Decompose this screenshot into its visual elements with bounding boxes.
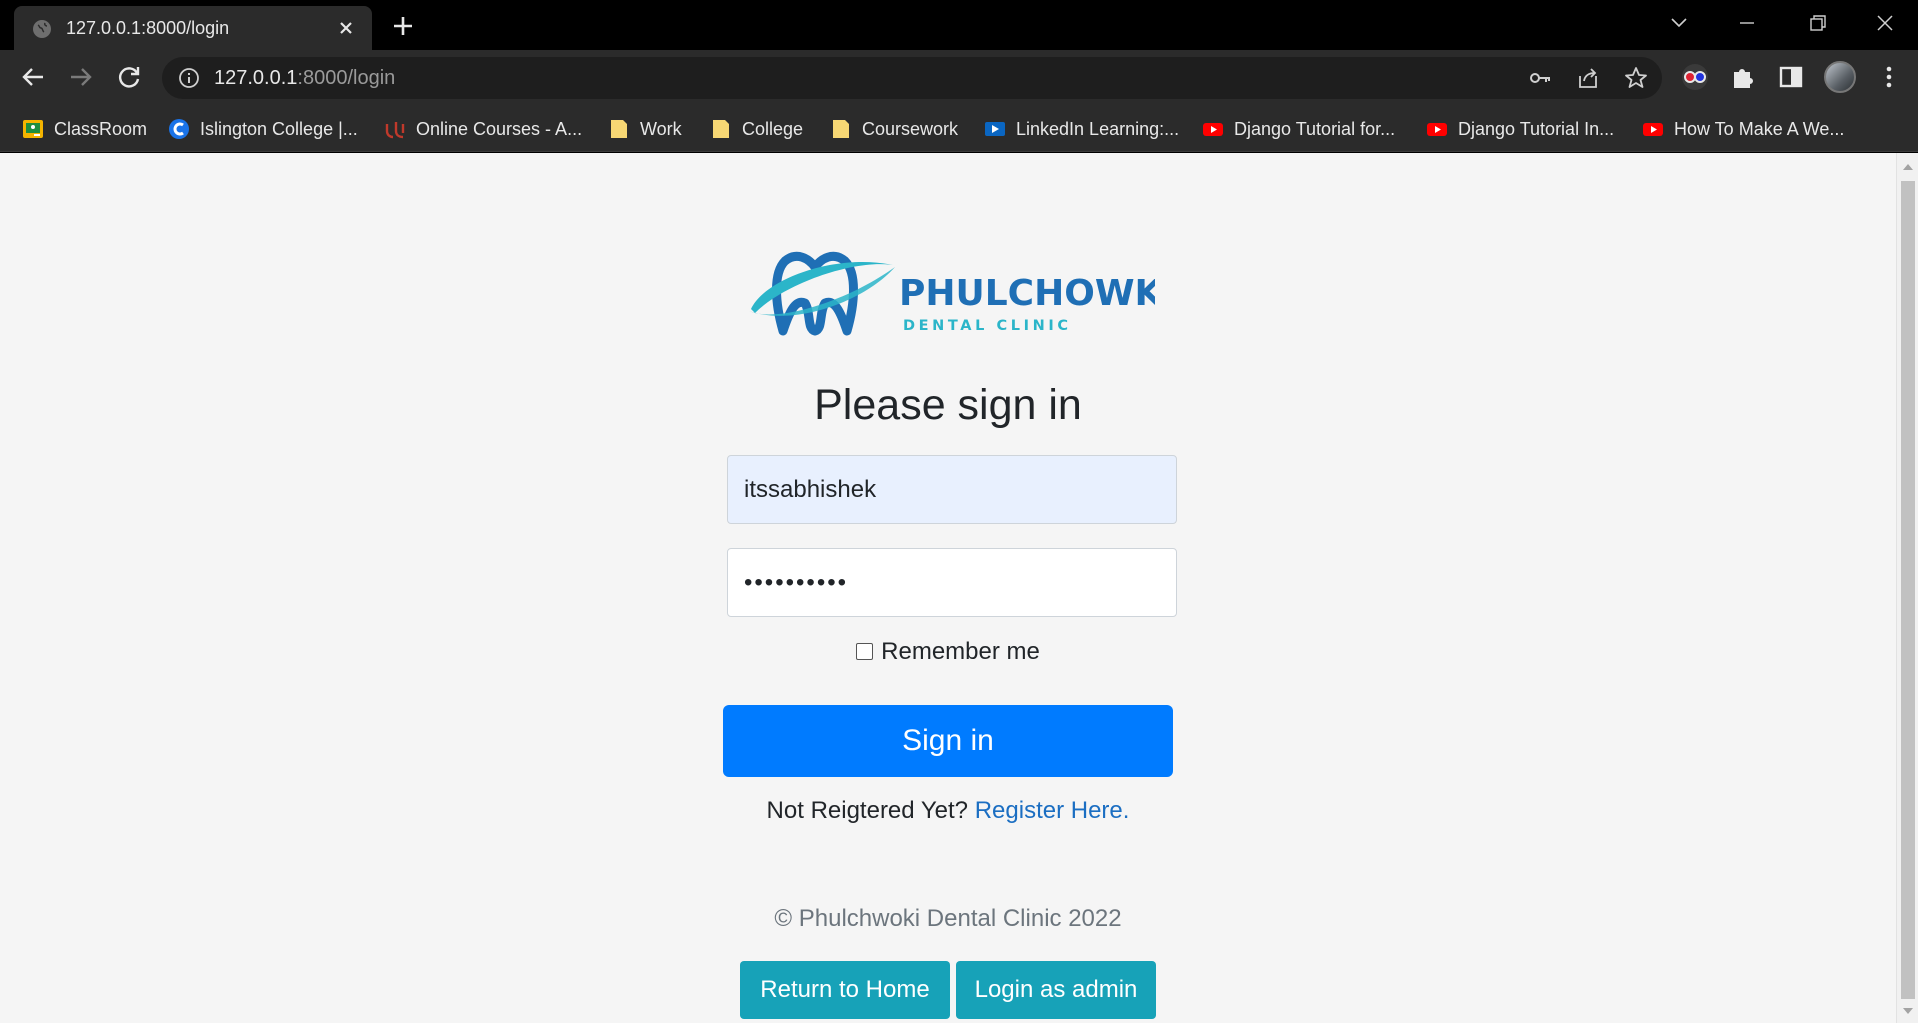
udemy-icon xyxy=(385,122,405,139)
youtube-icon xyxy=(1203,123,1223,136)
profile-avatar[interactable] xyxy=(1824,61,1856,93)
bookmark-folder-work[interactable]: Work xyxy=(608,115,682,143)
new-tab-icon[interactable] xyxy=(390,13,416,39)
address-bar[interactable]: 127.0.0.1:8000/login xyxy=(162,57,1662,99)
sign-in-button[interactable]: Sign in xyxy=(723,705,1173,777)
globe-icon xyxy=(33,20,51,38)
page-title: Please sign in xyxy=(814,381,1082,429)
extensions-puzzle-icon[interactable] xyxy=(1728,62,1758,92)
clinic-logo: PHULCHOWKI DENTAL CLINIC xyxy=(749,251,1155,336)
folder-icon xyxy=(713,120,729,138)
copyright-text: © Phulchwoki Dental Clinic 2022 xyxy=(774,905,1122,932)
youtube-icon xyxy=(1643,123,1663,136)
bookmark-label: Django Tutorial In... xyxy=(1458,118,1615,139)
logo-name: PHULCHOWKI xyxy=(899,273,1155,314)
bookmark-label: Online Courses - A... xyxy=(416,118,583,139)
register-link[interactable]: Register Here. xyxy=(975,797,1130,824)
remember-me-row: Remember me xyxy=(0,638,1896,666)
folder-icon xyxy=(833,120,849,138)
bookmark-label: Work xyxy=(640,118,682,139)
bookmark-label: Islington College |... xyxy=(200,118,358,139)
bookmark-label: Coursework xyxy=(862,118,959,139)
login-as-admin-button[interactable]: Login as admin xyxy=(956,961,1156,1019)
bookmark-label: Django Tutorial for... xyxy=(1234,118,1396,139)
bookmark-label: College xyxy=(742,118,804,139)
back-arrow-icon[interactable] xyxy=(18,62,48,92)
url-host: 127.0.0.1 xyxy=(214,67,298,89)
bookmark-udemy[interactable]: Online Courses - A... xyxy=(384,115,582,143)
password-input[interactable] xyxy=(727,548,1177,617)
forward-arrow-icon[interactable] xyxy=(66,62,96,92)
tab-search-chevron-icon[interactable] xyxy=(1664,10,1694,36)
extension-glasses-icon[interactable] xyxy=(1680,62,1710,92)
share-icon[interactable] xyxy=(1576,66,1600,90)
bookmark-django-tutorial-2[interactable]: Django Tutorial In... xyxy=(1426,115,1614,143)
tab-title: 127.0.0.1:8000/login xyxy=(66,18,230,38)
tooth-logo-icon xyxy=(749,251,895,336)
register-prompt: Not Reigtered Yet? xyxy=(766,797,969,824)
islington-c-icon xyxy=(169,119,189,139)
tab-strip: 127.0.0.1:8000/login xyxy=(0,0,1918,50)
more-menu-icon[interactable] xyxy=(1874,62,1904,92)
bookmark-label: ClassRoom xyxy=(54,118,148,139)
bookmark-folder-coursework[interactable]: Coursework xyxy=(830,115,958,143)
return-to-home-button[interactable]: Return to Home xyxy=(740,961,950,1019)
url-path: :8000/login xyxy=(297,67,396,89)
folder-icon xyxy=(611,120,627,138)
google-classroom-icon xyxy=(23,120,43,138)
key-icon[interactable] xyxy=(1528,66,1552,90)
browser-toolbar: 127.0.0.1:8000/login xyxy=(0,50,1918,106)
bookmark-classroom[interactable]: ClassRoom xyxy=(22,115,147,143)
bookmark-islington[interactable]: Islington College |... xyxy=(168,115,358,143)
close-window-icon[interactable] xyxy=(1870,10,1900,36)
remember-me-label[interactable]: Remember me xyxy=(881,638,1040,665)
scroll-down-arrow-icon[interactable] xyxy=(1902,1005,1914,1017)
minimize-icon[interactable] xyxy=(1732,10,1762,36)
bookmark-star-icon[interactable] xyxy=(1624,66,1648,90)
logo-subtitle: DENTAL CLINIC xyxy=(903,318,1072,334)
register-row: Not Reigtered Yet? Register Here. xyxy=(0,797,1896,825)
restore-icon[interactable] xyxy=(1802,10,1832,36)
site-info-icon[interactable] xyxy=(178,67,200,89)
username-input[interactable] xyxy=(727,455,1177,524)
bookmark-label: How To Make A We... xyxy=(1674,118,1845,139)
bookmark-folder-college[interactable]: College xyxy=(710,115,803,143)
scrollbar-thumb[interactable] xyxy=(1901,181,1915,999)
reload-icon[interactable] xyxy=(114,62,144,92)
vertical-scrollbar[interactable] xyxy=(1896,153,1918,1023)
close-tab-icon[interactable] xyxy=(336,18,356,38)
bookmark-linkedin-learning[interactable]: LinkedIn Learning:... xyxy=(984,115,1179,143)
bookmark-how-to-make[interactable]: How To Make A We... xyxy=(1642,115,1844,143)
page-viewport: PHULCHOWKI DENTAL CLINIC Please sign in … xyxy=(0,153,1896,1023)
bookmarks-bar: ClassRoom Islington College |... Online … xyxy=(0,106,1918,152)
bookmark-django-tutorial-1[interactable]: Django Tutorial for... xyxy=(1202,115,1395,143)
bookmark-label: LinkedIn Learning:... xyxy=(1016,118,1180,139)
youtube-icon xyxy=(1427,123,1447,136)
remember-me-checkbox[interactable] xyxy=(856,643,874,660)
linkedin-learning-icon xyxy=(985,122,1005,136)
scroll-up-arrow-icon[interactable] xyxy=(1902,161,1914,173)
url-text: 127.0.0.1:8000/login xyxy=(214,67,395,90)
side-panel-icon[interactable] xyxy=(1776,62,1806,92)
browser-tab[interactable]: 127.0.0.1:8000/login xyxy=(14,6,372,50)
